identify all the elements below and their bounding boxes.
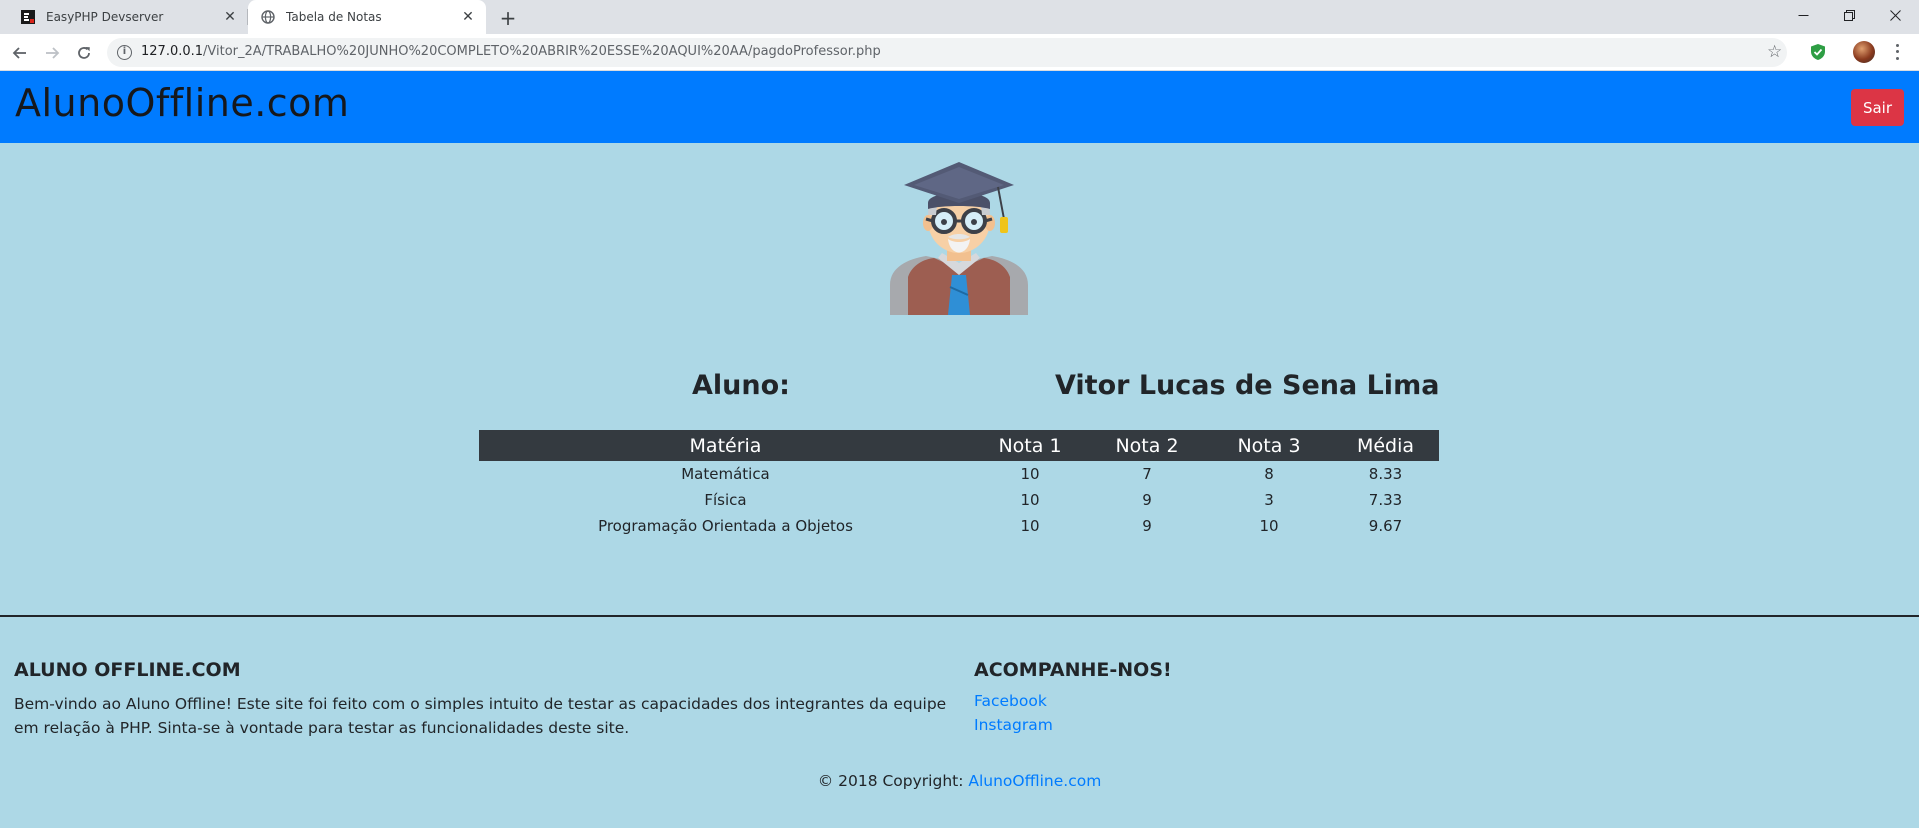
tab-title: Tabela de Notas [286, 10, 382, 24]
cell-nota-3: 8 [1264, 465, 1274, 483]
profile-avatar[interactable] [1853, 41, 1875, 63]
copyright-link[interactable]: AlunoOffline.com [968, 772, 1101, 790]
teacher-avatar-icon [890, 162, 1028, 315]
site-navbar: AlunoOffline.com Sair [0, 71, 1919, 143]
column-header-media: Média [1332, 430, 1439, 461]
browser-toolbar: i 127.0.0.1/Vitor_2A/TRABALHO%20JUNHO%20… [0, 34, 1919, 71]
forward-button[interactable] [38, 39, 66, 67]
cell-materia: Programação Orientada a Objetos [598, 517, 853, 535]
close-icon[interactable]: ✕ [458, 7, 478, 27]
browser-tab-strip: EasyPHP Devserver ✕ Tabela de Notas ✕ + [0, 0, 1919, 34]
cell-nota-1: 10 [1020, 517, 1040, 535]
cell-nota-3: 10 [1259, 517, 1279, 535]
url-host: 127.0.0.1 [141, 44, 204, 59]
site-info-icon[interactable]: i [117, 45, 132, 60]
logout-button[interactable]: Sair [1851, 89, 1904, 126]
url-text: 127.0.0.1/Vitor_2A/TRABALHO%20JUNHO%20CO… [141, 44, 881, 59]
cell-nota-1: 10 [1020, 491, 1040, 509]
restore-icon [1843, 9, 1855, 21]
cell-nota-1: 10 [1020, 465, 1040, 483]
window-close-button[interactable] [1872, 0, 1918, 30]
cell-media: 9.67 [1368, 517, 1403, 535]
arrow-right-icon [46, 47, 60, 59]
close-icon[interactable]: ✕ [220, 7, 240, 27]
student-label: Aluno: [692, 370, 790, 401]
column-header-nota-1: Nota 1 [972, 430, 1088, 461]
cell-nota-2: 7 [1142, 465, 1152, 483]
browser-tab-easyphp[interactable]: EasyPHP Devserver ✕ [8, 0, 248, 34]
column-header-nota-2: Nota 2 [1088, 430, 1206, 461]
grades-table: Matéria Nota 1 Nota 2 Nota 3 Média Matem… [479, 430, 1439, 539]
table-row: Física 10 9 3 7.33 [479, 487, 1439, 513]
site-brand[interactable]: AlunoOffline.com [15, 81, 349, 125]
cell-media: 8.33 [1368, 465, 1403, 483]
bookmark-star-icon[interactable]: ☆ [1767, 44, 1782, 61]
globe-icon [260, 9, 276, 25]
column-header-nota-3: Nota 3 [1206, 430, 1332, 461]
facebook-link[interactable]: Facebook [974, 692, 1047, 710]
tab-title: EasyPHP Devserver [46, 10, 164, 24]
column-header-materia: Matéria [479, 430, 972, 461]
close-icon [1889, 9, 1901, 21]
table-header-row: Matéria Nota 1 Nota 2 Nota 3 Média [479, 430, 1439, 461]
footer-about-text: Bem-vindo ao Aluno Offline! Este site fo… [14, 695, 947, 737]
student-name: Vitor Lucas de Sena Lima [1055, 370, 1440, 401]
minimize-button[interactable] [1780, 0, 1826, 30]
restore-button[interactable] [1826, 0, 1872, 30]
table-row: Matemática 10 7 8 8.33 [479, 461, 1439, 487]
footer-divider [0, 615, 1919, 617]
table-row: Programação Orientada a Objetos 10 9 10 … [479, 513, 1439, 539]
easyphp-icon [20, 9, 36, 25]
cell-materia: Matemática [681, 465, 770, 483]
address-bar[interactable]: i 127.0.0.1/Vitor_2A/TRABALHO%20JUNHO%20… [107, 38, 1787, 67]
back-button[interactable] [6, 39, 34, 67]
url-path: /Vitor_2A/TRABALHO%20JUNHO%20COMPLETO%20… [203, 44, 881, 59]
shield-icon[interactable] [1810, 43, 1826, 65]
reload-icon [78, 47, 90, 59]
browser-tab-tabela-de-notas[interactable]: Tabela de Notas ✕ [248, 0, 486, 34]
cell-nota-2: 9 [1142, 517, 1152, 535]
cell-materia: Física [704, 491, 747, 509]
footer-follow-title: ACOMPANHE-NOS! [974, 659, 1172, 681]
minimize-icon [1798, 14, 1808, 16]
copyright-notice: © 2018 Copyright: AlunoOffline.com [0, 772, 1919, 790]
arrow-left-icon [12, 47, 26, 59]
copyright-text: © 2018 Copyright: [817, 772, 969, 790]
new-tab-button[interactable]: + [496, 6, 520, 30]
reload-button[interactable] [70, 39, 98, 67]
instagram-link[interactable]: Instagram [974, 716, 1053, 734]
browser-menu-icon[interactable] [1890, 42, 1904, 62]
cell-media: 7.33 [1368, 491, 1403, 509]
footer-about-title: ALUNO OFFLINE.COM [14, 659, 241, 681]
cell-nota-3: 3 [1264, 491, 1274, 509]
cell-nota-2: 9 [1142, 491, 1152, 509]
